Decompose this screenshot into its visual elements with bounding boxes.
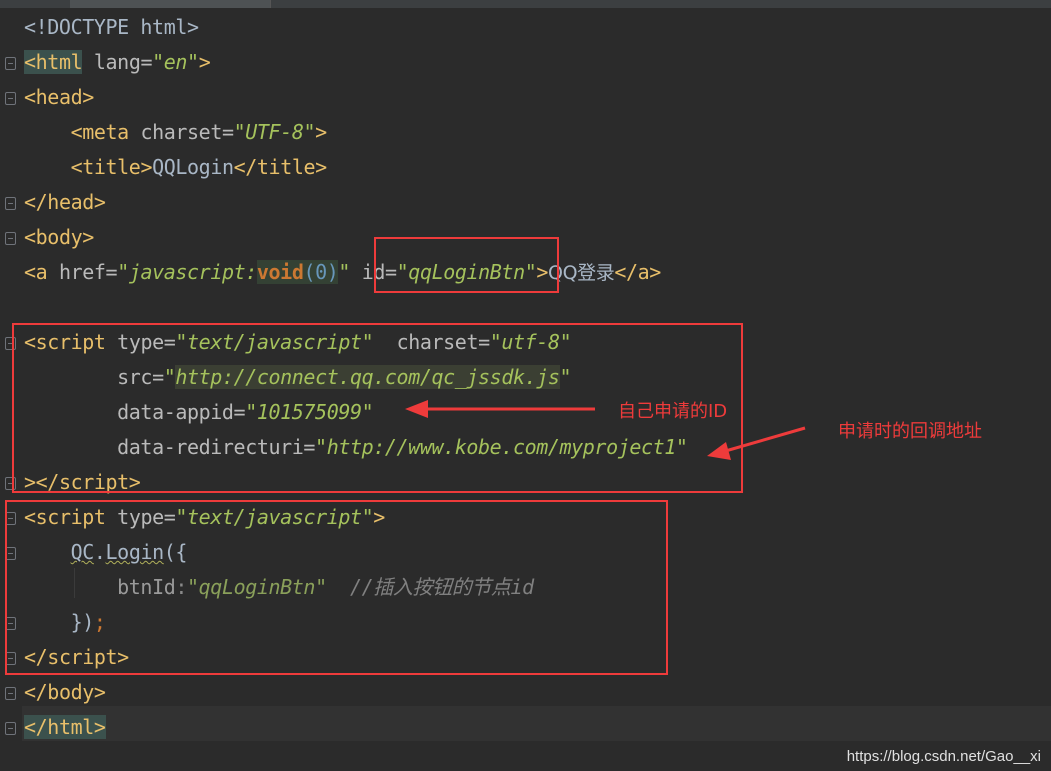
redirect-arrow-line [721, 426, 806, 454]
appid-arrow-head [405, 400, 428, 418]
annotation-arrows [405, 400, 806, 460]
watermark: https://blog.csdn.net/Gao__xi [846, 748, 1041, 765]
redirect-arrow-head [707, 442, 731, 460]
appid-annotation: 自己申请的ID [618, 401, 728, 422]
redirect-annotation: 申请时的回调地址 [838, 421, 982, 442]
